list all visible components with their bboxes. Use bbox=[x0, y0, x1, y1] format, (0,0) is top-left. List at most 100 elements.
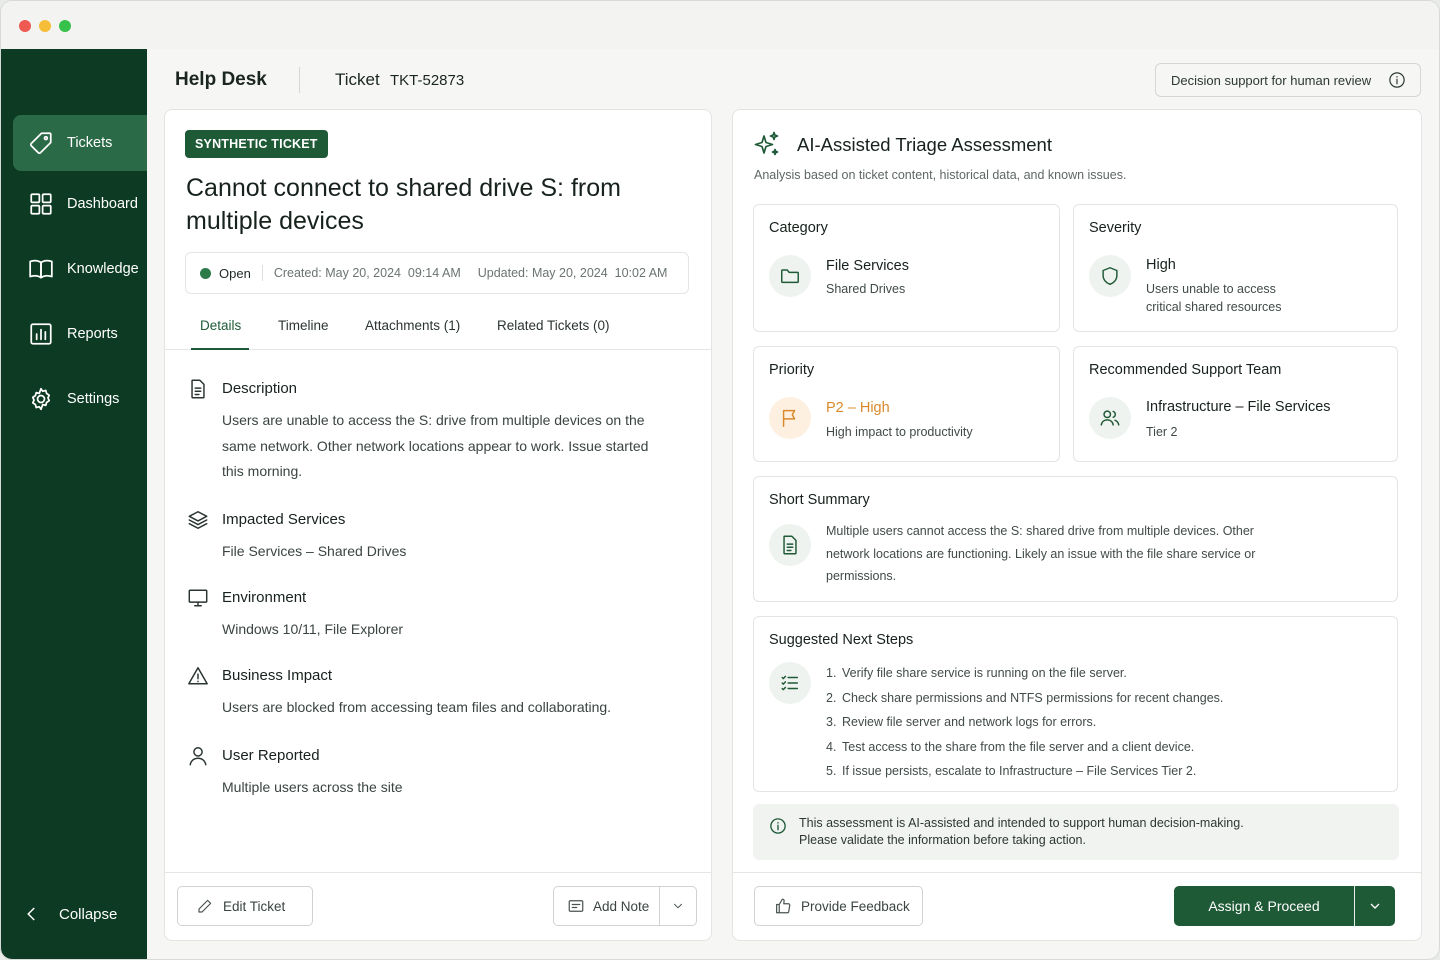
severity-card: Severity High Users unable to access cri… bbox=[1073, 204, 1398, 332]
pencil-icon bbox=[198, 899, 212, 913]
list-item: 1. Verify file share service is running o… bbox=[826, 666, 1127, 680]
list-item: 4. Test access to the share from the file… bbox=[826, 739, 1195, 754]
severity-title: Severity bbox=[1089, 220, 1142, 236]
sidebar-item-label: Dashboard bbox=[67, 196, 138, 212]
title-bar bbox=[1, 1, 1439, 49]
support-team-tier: Tier 2 bbox=[1146, 425, 1178, 439]
sidebar-item-tickets[interactable]: Tickets bbox=[13, 115, 147, 171]
support-team-value: Infrastructure – File Services bbox=[1146, 399, 1331, 415]
sidebar-item-label: Knowledge bbox=[67, 261, 139, 277]
shield-icon bbox=[1089, 255, 1131, 297]
synthetic-ticket-badge: SYNTHETIC TICKET bbox=[185, 130, 328, 158]
user-reported-text: Multiple users across the site bbox=[222, 779, 403, 795]
decision-support-pill[interactable]: Decision support for human review bbox=[1155, 63, 1421, 97]
severity-sub-line2: critical shared resources bbox=[1146, 300, 1282, 314]
header: Help Desk Ticket TKT-52873 Decision supp… bbox=[147, 49, 1439, 111]
users-icon bbox=[1089, 397, 1131, 439]
ai-disclaimer-text: This assessment is AI-assisted and inten… bbox=[799, 816, 1244, 847]
monitor-icon bbox=[187, 587, 209, 609]
short-summary-text: Multiple users cannot access the S: shar… bbox=[826, 524, 1256, 583]
layers-icon bbox=[187, 509, 209, 531]
bar-chart-icon bbox=[27, 320, 55, 348]
short-summary-title: Short Summary bbox=[769, 492, 870, 508]
sidebar-item-label: Settings bbox=[67, 391, 120, 407]
triage-title: AI-Assisted Triage Assessment bbox=[797, 134, 1052, 155]
edit-ticket-button[interactable]: Edit Ticket bbox=[177, 886, 313, 926]
collapse-sidebar-button[interactable]: Collapse bbox=[23, 905, 117, 923]
list-item: 2. Check share permissions and NTFS permi… bbox=[826, 690, 1224, 705]
info-icon bbox=[770, 818, 786, 834]
sidebar-item-knowledge[interactable]: Knowledge bbox=[13, 241, 147, 297]
tab-related-tickets[interactable]: Related Tickets (0) bbox=[497, 318, 610, 333]
tab-details[interactable]: Details bbox=[200, 318, 241, 333]
provide-feedback-button[interactable]: Provide Feedback bbox=[754, 886, 923, 926]
sidebar-item-reports[interactable]: Reports bbox=[13, 306, 147, 362]
close-window-button[interactable] bbox=[19, 20, 31, 32]
sidebar: Tickets Dashboard Knowledge Reports Sett… bbox=[1, 49, 147, 959]
category-sub: Shared Drives bbox=[826, 282, 906, 296]
assign-proceed-button-group: Assign & Proceed bbox=[1174, 886, 1395, 926]
chevron-down-icon bbox=[1370, 903, 1380, 909]
sparkle-icon bbox=[754, 131, 779, 156]
category-value: File Services bbox=[826, 258, 909, 274]
chevron-left-icon bbox=[27, 907, 35, 921]
ticket-details-panel: SYNTHETIC TICKET Cannot connect to share… bbox=[164, 109, 712, 941]
support-team-title: Recommended Support Team bbox=[1089, 362, 1282, 378]
priority-sub: High impact to productivity bbox=[826, 425, 973, 439]
support-team-card: Recommended Support Team Infrastructure … bbox=[1073, 346, 1398, 462]
edit-ticket-label: Edit Ticket bbox=[223, 898, 286, 914]
footer-divider bbox=[165, 872, 711, 873]
app-window: Tickets Dashboard Knowledge Reports Sett… bbox=[0, 0, 1440, 960]
impacted-services-title: Impacted Services bbox=[222, 511, 346, 528]
list-icon bbox=[769, 662, 811, 704]
sidebar-item-label: Reports bbox=[67, 326, 118, 342]
breadcrumb-ticket-id: TKT-52873 bbox=[390, 72, 465, 89]
add-note-button[interactable]: Add Note bbox=[567, 897, 649, 915]
split-divider bbox=[1354, 886, 1355, 926]
category-card: Category File Services Shared Drives bbox=[753, 204, 1060, 332]
folder-icon bbox=[769, 255, 811, 297]
sidebar-item-label: Tickets bbox=[67, 135, 113, 151]
maximize-window-button[interactable] bbox=[59, 20, 71, 32]
environment-title: Environment bbox=[222, 589, 307, 606]
ticket-status-row: Open Created: May 20, 2024 09:14 AM Upda… bbox=[185, 252, 689, 294]
thumbs-up-icon bbox=[776, 898, 791, 914]
sidebar-item-settings[interactable]: Settings bbox=[13, 371, 147, 427]
status-badge: Open bbox=[219, 265, 251, 281]
book-icon bbox=[27, 255, 55, 283]
collapse-label: Collapse bbox=[59, 905, 118, 923]
status-dot bbox=[200, 267, 211, 279]
next-steps-title: Suggested Next Steps bbox=[769, 632, 914, 648]
assign-proceed-button[interactable]: Assign & Proceed bbox=[1174, 898, 1354, 914]
impacted-services-text: File Services – Shared Drives bbox=[222, 543, 407, 559]
sidebar-item-dashboard[interactable]: Dashboard bbox=[13, 176, 147, 232]
list-item: 5. If issue persists, escalate to Infrast… bbox=[826, 764, 1197, 778]
assign-options-button[interactable] bbox=[1355, 898, 1395, 914]
user-reported-title: User Reported bbox=[222, 747, 320, 764]
next-steps-card: Suggested Next Steps 1. Verify file share… bbox=[753, 616, 1398, 792]
footer-divider bbox=[733, 872, 1421, 873]
next-steps-list: 1. Verify file share service is running o… bbox=[826, 661, 1266, 784]
header-divider bbox=[299, 67, 300, 93]
warning-icon bbox=[187, 665, 209, 687]
severity-value: High bbox=[1146, 257, 1176, 273]
breadcrumb-ticket-label: Ticket bbox=[335, 70, 380, 89]
info-icon[interactable] bbox=[1388, 71, 1406, 89]
add-note-menu-button[interactable] bbox=[660, 887, 696, 925]
tag-icon bbox=[27, 129, 55, 157]
ticket-tabs: Details Timeline Attachments (1) Related… bbox=[165, 306, 711, 350]
severity-sub-line1: Users unable to access bbox=[1146, 282, 1276, 296]
tab-timeline[interactable]: Timeline bbox=[278, 318, 329, 333]
short-summary-card: Short Summary Multiple users cannot acce… bbox=[753, 476, 1398, 602]
triage-subtitle: Analysis based on ticket content, histor… bbox=[754, 168, 1127, 182]
minimize-window-button[interactable] bbox=[39, 20, 51, 32]
environment-text: Windows 10/11, File Explorer bbox=[222, 621, 404, 637]
document-icon bbox=[769, 524, 811, 566]
provide-feedback-label: Provide Feedback bbox=[801, 898, 910, 914]
tab-attachments[interactable]: Attachments (1) bbox=[365, 318, 460, 333]
business-impact-title: Business Impact bbox=[222, 667, 333, 684]
app-title: Help Desk bbox=[175, 69, 267, 90]
document-icon bbox=[187, 378, 209, 400]
active-tab-indicator bbox=[191, 348, 249, 350]
category-title: Category bbox=[769, 220, 828, 236]
